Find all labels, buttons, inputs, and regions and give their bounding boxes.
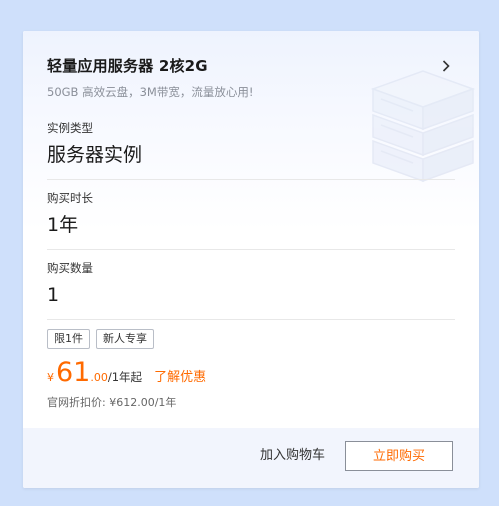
price-integer: 61 — [56, 357, 91, 388]
tag-list: 限1件 新人专享 — [47, 329, 154, 349]
divider — [47, 249, 455, 250]
new-user-tag: 新人专享 — [96, 329, 154, 349]
price-decimal: .00 — [90, 371, 108, 384]
instance-type-field: 实例类型 服务器实例 — [47, 121, 455, 167]
product-title: 轻量应用服务器 2核2G — [47, 57, 208, 75]
quantity-label: 购买数量 — [47, 261, 93, 275]
add-to-cart-button[interactable]: 加入购物车 — [260, 447, 325, 465]
quantity-value: 1 — [47, 284, 60, 306]
product-subtitle: 50GB 高效云盘，3M带宽，流量放心用! — [47, 85, 254, 99]
instance-type-label: 实例类型 — [47, 121, 93, 135]
chevron-right-icon[interactable] — [437, 57, 455, 75]
promo-link[interactable]: 了解优惠 — [154, 366, 206, 385]
instance-type-value: 服务器实例 — [47, 144, 143, 166]
duration-field: 购买时长 1年 — [47, 191, 455, 237]
original-price: 官网折扣价: ¥612.00/1年 — [47, 396, 177, 409]
duration-label: 购买时长 — [47, 191, 93, 205]
product-card: 轻量应用服务器 2核2G 50GB 高效云盘，3M带宽，流量放心用! 实例类型 … — [23, 31, 479, 488]
duration-value: 1年 — [47, 214, 79, 236]
product-header: 轻量应用服务器 2核2G 50GB 高效云盘，3M带宽，流量放心用! — [47, 56, 459, 100]
quantity-field: 购买数量 1 — [47, 261, 455, 307]
limit-tag: 限1件 — [47, 329, 90, 349]
card-footer: 加入购物车 立即购买 — [23, 428, 479, 488]
divider — [47, 179, 455, 180]
buy-now-button[interactable]: 立即购买 — [345, 441, 453, 471]
price-unit: /1年起 — [107, 370, 143, 384]
divider — [47, 319, 455, 320]
price-row: ¥ 61 .00 /1年起 了解优惠 — [47, 358, 206, 388]
price-currency: ¥ — [47, 371, 54, 384]
